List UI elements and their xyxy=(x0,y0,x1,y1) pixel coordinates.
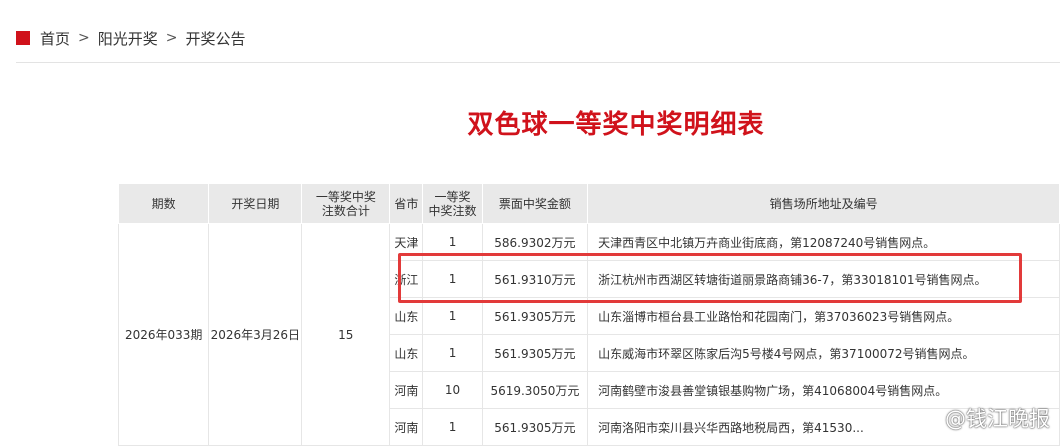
amount-cell: 561.9305万元 xyxy=(481,408,589,446)
amount-cell: 561.9310万元 xyxy=(481,260,589,298)
table-row: 2026年033期 2026年3月26日 15 天津 1 586.9302万元 … xyxy=(117,223,1060,446)
province-cell: 河南 xyxy=(389,408,424,446)
province-cell: 山东 xyxy=(389,297,424,335)
breadcrumb-home-link[interactable]: 首页 xyxy=(40,28,70,49)
breadcrumb-section-link[interactable]: 阳光开奖 xyxy=(98,28,158,49)
issue-cell: 2026年033期 xyxy=(117,223,210,446)
breadcrumb-marker-icon xyxy=(16,31,30,45)
col-header-province: 省市 xyxy=(389,183,424,224)
breadcrumb: 首页 > 阳光开奖 > 开奖公告 xyxy=(16,26,246,50)
col-header-total-wins: 一等奖中奖 注数合计 xyxy=(301,183,391,224)
col-header-draw-date: 开奖日期 xyxy=(208,183,303,224)
winners-table: 期数 开奖日期 一等奖中奖 注数合计 省市 一等奖 中奖注数 票面中奖金额 销售场所… xyxy=(117,183,1060,446)
breadcrumb-current-link[interactable]: 开奖公告 xyxy=(186,28,246,49)
location-cell: 浙江杭州市西湖区转塘街道丽景路商铺36-7，第33018101号销售网点。 xyxy=(587,260,1060,298)
location-cell: 山东淄博市桓台县工业路怡和花园南门，第37036023号销售网点。 xyxy=(587,297,1060,335)
location-cell: 山东威海市环翠区陈家后沟5号楼4号网点，第37100072号销售网点。 xyxy=(587,334,1060,372)
province-cell: 浙江 xyxy=(389,260,424,298)
wins-cell: 10 xyxy=(422,371,483,409)
location-cell: 天津西青区中北镇万卉商业街底商，第12087240号销售网点。 xyxy=(587,223,1060,261)
breadcrumb-separator: > xyxy=(165,30,178,46)
wins-cell: 1 xyxy=(422,408,483,446)
breadcrumb-separator: > xyxy=(78,30,90,46)
col-header-location: 销售场所地址及编号 xyxy=(587,183,1060,224)
wins-cell: 1 xyxy=(422,260,483,298)
wins-cell: 1 xyxy=(422,334,483,372)
wins-cell: 1 xyxy=(422,297,483,335)
watermark: @钱江晚报 xyxy=(945,407,1050,431)
header-divider xyxy=(16,62,1060,63)
amount-cell: 561.9305万元 xyxy=(481,297,589,335)
page-title: 双色球一等奖中奖明细表 xyxy=(467,110,765,140)
province-cell: 天津 xyxy=(389,223,424,261)
province-cell: 河南 xyxy=(389,371,424,409)
amount-cell: 586.9302万元 xyxy=(481,223,589,261)
total-wins-cell: 15 xyxy=(301,223,391,446)
col-header-wins: 一等奖 中奖注数 xyxy=(422,183,483,224)
col-header-amount: 票面中奖金额 xyxy=(481,183,589,224)
amount-cell: 5619.3050万元 xyxy=(481,371,589,409)
amount-cell: 561.9305万元 xyxy=(481,334,589,372)
province-cell: 山东 xyxy=(389,334,424,372)
table-header-row: 期数 开奖日期 一等奖中奖 注数合计 省市 一等奖 中奖注数 票面中奖金额 销售场所… xyxy=(117,183,1060,224)
draw-date-cell: 2026年3月26日 xyxy=(208,223,303,446)
wins-cell: 1 xyxy=(422,223,483,261)
col-header-issue: 期数 xyxy=(117,183,210,224)
